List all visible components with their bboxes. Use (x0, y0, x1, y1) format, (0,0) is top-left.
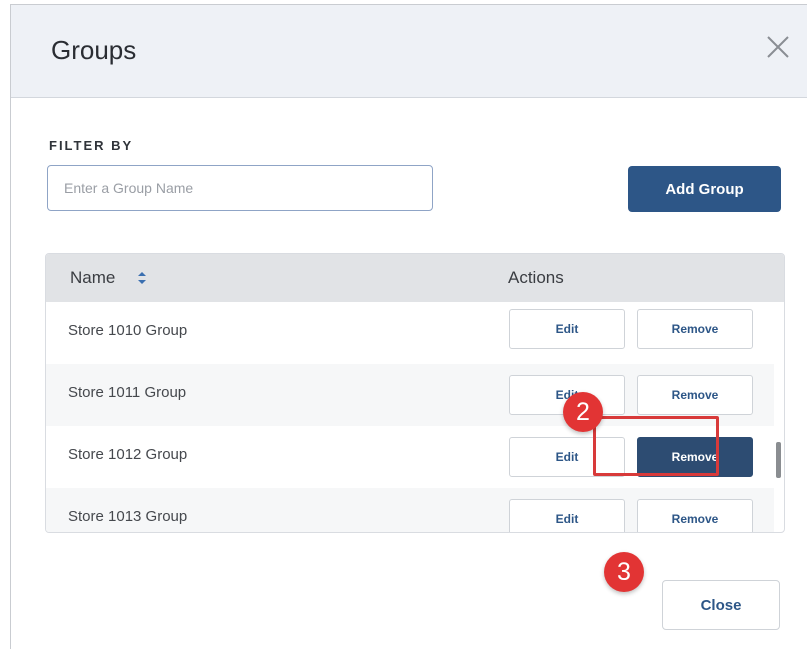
table-header: Name Actions (46, 254, 784, 302)
filter-label: FILTER BY (49, 138, 134, 153)
edit-button[interactable]: Edit (509, 309, 625, 349)
step-2-badge: 2 (563, 392, 603, 432)
column-header-name[interactable]: Name (70, 268, 115, 288)
group-name-cell: Store 1011 Group (68, 384, 187, 401)
group-name-cell: Store 1013 Group (68, 508, 188, 525)
group-name-filter-input[interactable] (47, 165, 433, 211)
remove-button[interactable]: Remove (637, 375, 753, 415)
remove-button[interactable]: Remove (637, 499, 753, 532)
close-button[interactable]: Close (662, 580, 780, 630)
close-icon[interactable] (764, 33, 792, 61)
step-3-badge: 3 (604, 552, 644, 592)
groups-dialog: Groups FILTER BY Add Group Name Actions … (10, 4, 807, 649)
scrollbar-thumb[interactable] (776, 442, 781, 478)
group-name-cell: Store 1010 Group (68, 322, 188, 339)
dialog-header: Groups (11, 5, 807, 98)
dialog-title: Groups (51, 35, 137, 65)
table-scrollbar[interactable] (774, 302, 784, 532)
add-group-button[interactable]: Add Group (628, 166, 781, 212)
groups-table: Name Actions Store 1010 Group Edit Remov… (45, 253, 785, 533)
edit-button[interactable]: Edit (509, 499, 625, 532)
column-header-actions: Actions (508, 268, 564, 287)
remove-highlight-box (593, 416, 719, 476)
table-row: Store 1010 Group Edit Remove (46, 302, 774, 364)
group-name-cell: Store 1012 Group (68, 446, 188, 463)
table-row: Store 1013 Group Edit Remove (46, 488, 774, 532)
remove-button[interactable]: Remove (637, 309, 753, 349)
sort-icon[interactable] (137, 271, 147, 285)
